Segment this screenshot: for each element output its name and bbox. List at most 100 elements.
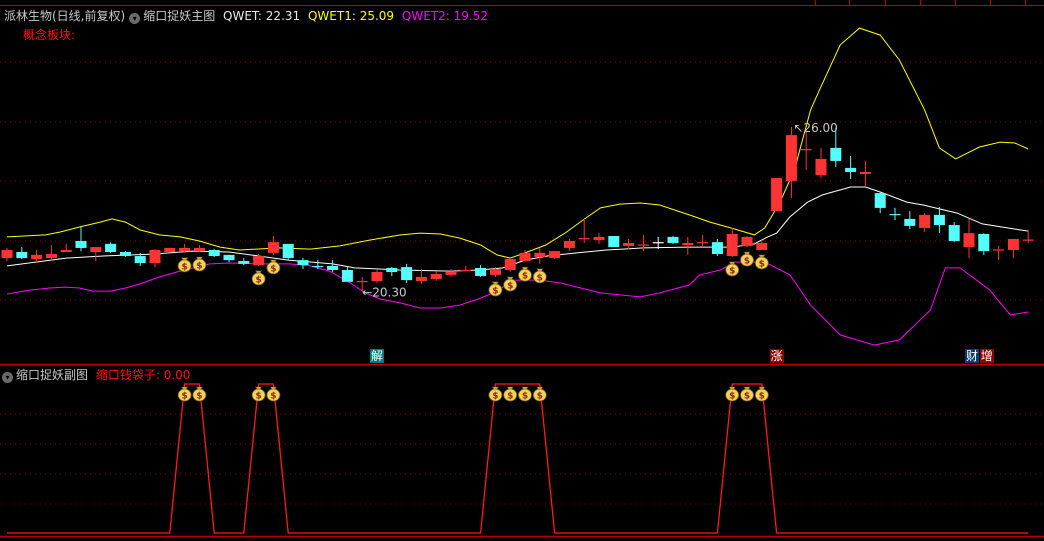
signal-bags: $ $ $ $ $ $ $ $ $ $ $ (177, 251, 769, 296)
candle-body (193, 247, 205, 252)
chart-frame (0, 0, 1044, 538)
candle (697, 234, 709, 248)
money-bag-icon: $ (177, 386, 192, 402)
concept-label: 概念板块: (23, 28, 76, 42)
candle (460, 265, 472, 272)
candle-body (549, 251, 561, 259)
money-bag-icon: $ (192, 256, 207, 271)
indicator-name[interactable]: 缩口捉妖主图 (143, 9, 215, 23)
candle-body (637, 244, 649, 246)
candle-body (845, 167, 857, 172)
candle-body (785, 135, 797, 181)
money-bag-icon: $ (177, 257, 192, 272)
main-header: 派林生物(日线,前复权) ▾ 缩口捉妖主图 QWET: 22.31 QWET1: 2… (4, 7, 488, 24)
candle-body (134, 256, 146, 264)
candle-body (726, 234, 738, 257)
candle (193, 245, 205, 252)
candle (504, 256, 516, 272)
candle-body (401, 267, 413, 281)
candle-body (697, 242, 709, 244)
candle-body (608, 236, 620, 248)
candle-body (164, 247, 176, 252)
candle (475, 265, 487, 277)
candle-body (519, 252, 531, 261)
chevron-down-circle-icon[interactable]: ▾ (129, 13, 141, 24)
candle-body (889, 214, 901, 216)
candle (948, 222, 960, 243)
candle-body (711, 242, 723, 255)
money-bag-icon: $ (518, 386, 532, 402)
candle-body (45, 254, 57, 259)
candle-body (16, 251, 28, 259)
event-marker[interactable]: 解 (370, 349, 385, 363)
candle-body (415, 276, 427, 281)
dollar-sign: $ (255, 392, 261, 402)
dollar-sign: $ (744, 392, 750, 402)
candle (371, 269, 383, 284)
event-marker[interactable]: 增 (979, 349, 994, 363)
candle (267, 236, 279, 255)
candle-body (534, 252, 546, 257)
candle (608, 236, 620, 248)
dollar-sign: $ (181, 262, 187, 272)
candle-body (993, 249, 1005, 251)
candle (1007, 238, 1019, 259)
dollar-sign: $ (537, 392, 543, 402)
candle-body (682, 243, 694, 246)
event-marker[interactable]: 涨 (769, 349, 784, 363)
candle-body (60, 249, 72, 252)
candle-body (31, 254, 43, 259)
candle (208, 249, 220, 257)
money-bag-icon: $ (740, 386, 754, 402)
chevron-down-circle-icon[interactable]: ▾ (2, 372, 13, 383)
candle (919, 213, 931, 232)
candle-body (1022, 239, 1034, 241)
candle-body (179, 247, 191, 252)
dollar-sign: $ (729, 266, 735, 276)
candles (1, 127, 1034, 293)
candle (549, 251, 561, 259)
qwet-value: QWET: 22.31 (223, 9, 301, 23)
series-line-qwet2 (6, 261, 1029, 346)
candle-body (149, 249, 161, 264)
candle-body (371, 272, 383, 281)
money-bag-icon: $ (503, 386, 518, 402)
candle (815, 147, 827, 179)
candle (859, 160, 871, 186)
candle-body (815, 158, 827, 176)
candle-body (341, 269, 353, 282)
money-bag-icon: $ (488, 281, 503, 296)
candle-body (386, 267, 398, 272)
candle-body (919, 214, 931, 228)
candle (785, 127, 797, 199)
signal-line (7, 383, 1029, 534)
candle (978, 233, 990, 255)
event-marker[interactable]: 财 (964, 349, 979, 363)
candle (445, 269, 457, 277)
dollar-sign: $ (196, 261, 202, 271)
kline-chart[interactable]: ↖26.00 ←20.30 $ $ $ $ $ $ $ $ $ $ $ $ $ $ $ $ $ $ $ $ $ $ (0, 0, 1044, 541)
candle (682, 236, 694, 255)
candle-body (356, 280, 368, 283)
candle-body (1, 249, 13, 259)
indicator-lines (6, 27, 1029, 346)
dollar-sign: $ (759, 259, 765, 269)
high-price-label: ↖26.00 (793, 121, 837, 135)
candle (800, 131, 812, 170)
dollar-sign: $ (492, 392, 498, 402)
candle (312, 260, 324, 270)
money-bag-icon: $ (251, 386, 266, 402)
money-bag-icon: $ (532, 268, 547, 283)
candle-body (297, 260, 309, 266)
sub-indicator-name[interactable]: 缩口捉妖副图 (16, 368, 88, 382)
sub-value: 缩口钱袋子: 0.00 (95, 368, 191, 382)
dollar-sign: $ (507, 392, 513, 402)
grid-lines (0, 61, 1044, 505)
candle (993, 245, 1005, 261)
candle-body (208, 249, 220, 257)
money-bag-icon: $ (725, 261, 740, 276)
candle-body (593, 236, 605, 241)
money-bag-icon: $ (754, 386, 769, 402)
money-bag-icon: $ (488, 386, 503, 402)
candle-body (578, 238, 590, 240)
